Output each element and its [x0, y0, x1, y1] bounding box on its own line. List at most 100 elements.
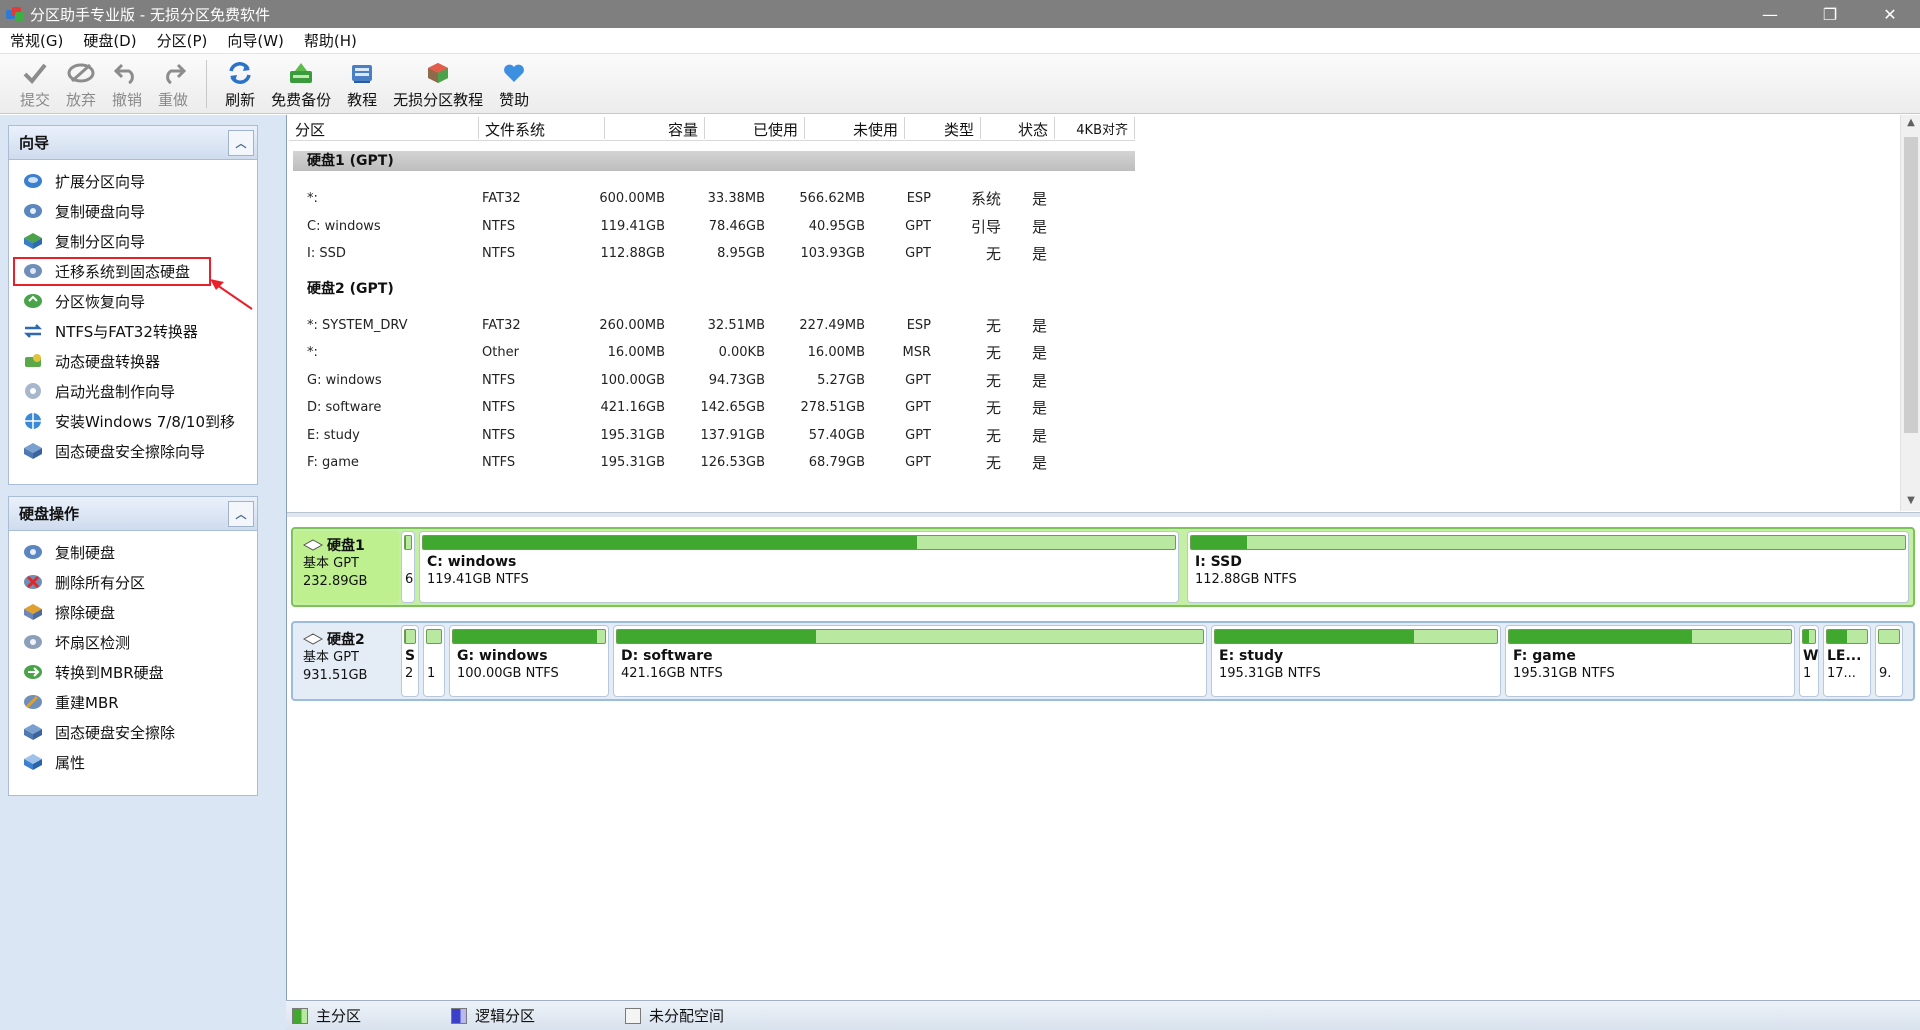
- partition-block[interactable]: 9.: [1875, 625, 1903, 697]
- table-row[interactable]: *: SYSTEM_DRV FAT32 260.00MB 32.51MB 227.49M…: [287, 312, 1147, 339]
- table-scrollbar[interactable]: ▲ ▼: [1900, 115, 1920, 511]
- discard-button[interactable]: 放弃: [66, 54, 96, 114]
- pane-splitter[interactable]: [287, 512, 1920, 517]
- table-cell: 无: [985, 344, 1001, 362]
- partition-block[interactable]: S2: [401, 625, 419, 697]
- partition-name: C: windows: [427, 554, 517, 570]
- table-row[interactable]: *: FAT32 600.00MB 33.38MB 566.62MB ESP 系统 是: [287, 185, 1147, 212]
- table-row[interactable]: I: SSD NTFS 112.88GB 8.95GB 103.93GB GPT 无 是: [287, 240, 1147, 267]
- disk-op-ssd-erase[interactable]: 固态硬盘安全擦除: [9, 717, 257, 747]
- disk-map-row[interactable]: 硬盘1 基本 GPT 232.89GB 6. C: windows 119.41GB NT…: [291, 527, 1915, 607]
- menu-partition[interactable]: 分区(P): [147, 30, 218, 51]
- undo-button[interactable]: 撤销: [112, 54, 142, 114]
- wizard-item-copy-disk[interactable]: 复制硬盘向导: [9, 196, 257, 226]
- unallocated-color-swatch: [625, 1007, 642, 1024]
- menu-help[interactable]: 帮助(H): [294, 30, 367, 51]
- copy-disk-icon: [23, 542, 43, 562]
- partition-block[interactable]: G: windows 100.00GB NTFS: [449, 625, 609, 697]
- partition-size: 1: [1803, 666, 1812, 681]
- disk-op-convert-mbr[interactable]: 转换到MBR硬盘: [9, 657, 257, 687]
- scroll-up-icon[interactable]: ▲: [1901, 117, 1920, 128]
- partition-block[interactable]: E: study 195.31GB NTFS: [1211, 625, 1501, 697]
- partition-block[interactable]: F: game 195.31GB NTFS: [1505, 625, 1795, 697]
- title-bar: 分区助手专业版 - 无损分区免费软件 — ❐ ✕: [0, 0, 1920, 28]
- table-cell: 无: [985, 316, 1001, 335]
- disk-op-bad-sector[interactable]: 坏扇区检测: [9, 627, 257, 657]
- scroll-thumb[interactable]: [1904, 137, 1918, 433]
- table-row[interactable]: C: windows NTFS 119.41GB 78.46GB 40.95GB GPT 引…: [287, 213, 1147, 240]
- partition-tutorial-button[interactable]: 无损分区教程: [393, 54, 483, 114]
- minimize-button[interactable]: —: [1740, 0, 1800, 28]
- col-filesystem[interactable]: 文件系统: [479, 117, 605, 139]
- col-partition[interactable]: 分区: [289, 117, 479, 139]
- disk-map-label[interactable]: 硬盘1 基本 GPT 232.89GB: [295, 531, 399, 603]
- commit-button[interactable]: 提交: [20, 54, 50, 114]
- restore-button[interactable]: ❐: [1800, 0, 1860, 28]
- table-cell: GPT: [905, 400, 931, 415]
- dynamic-disk-icon: [23, 351, 43, 371]
- wipe-icon: [23, 602, 43, 622]
- wizard-item-install-windows[interactable]: 安装Windows 7/8/10到移: [9, 406, 257, 436]
- wizard-panel-title: 向导: [19, 134, 50, 152]
- menu-wizard[interactable]: 向导(W): [217, 30, 294, 51]
- partition-block[interactable]: 6.: [401, 531, 415, 603]
- table-cell: 16.00MB: [807, 345, 865, 360]
- usage-bar: [616, 629, 1204, 644]
- table-cell: 8.95GB: [717, 246, 765, 261]
- partition-name: E: study: [1219, 648, 1284, 664]
- refresh-button[interactable]: 刷新: [225, 54, 255, 114]
- table-row[interactable]: D: software NTFS 421.16GB 142.65GB 278.51GB G…: [287, 394, 1147, 421]
- heart-icon: [499, 60, 529, 86]
- wizard-item-dynamic-disk[interactable]: 动态硬盘转换器: [9, 346, 257, 376]
- partition-block[interactable]: C: windows 119.41GB NTFS: [419, 531, 1179, 603]
- free-backup-button[interactable]: 免费备份: [271, 54, 331, 114]
- partition-size: 112.88GB NTFS: [1195, 572, 1297, 587]
- disk-op-wipe-disk[interactable]: 擦除硬盘: [9, 597, 257, 627]
- disk-op-delete-all[interactable]: 删除所有分区: [9, 567, 257, 597]
- wizard-item-ssd-secure-erase[interactable]: 固态硬盘安全擦除向导: [9, 436, 257, 466]
- table-row[interactable]: E: study NTFS 195.31GB 137.91GB 57.40GB GPT 无 是: [287, 422, 1147, 449]
- partition-block[interactable]: I: SSD 112.88GB NTFS: [1187, 531, 1909, 603]
- disk-group-header[interactable]: 硬盘2 (GPT): [307, 278, 394, 298]
- col-capacity[interactable]: 容量: [605, 117, 705, 139]
- partition-block[interactable]: W1: [1799, 625, 1819, 697]
- disk-map-row[interactable]: 硬盘2 基本 GPT 931.51GB S 2 1 G: windows 100.00GB N…: [291, 621, 1915, 701]
- col-unused[interactable]: 未使用: [805, 117, 905, 139]
- wizard-item-extend-partition[interactable]: 扩展分区向导: [9, 166, 257, 196]
- disk-ops-panel: 硬盘操作 ︿ 复制硬盘 删除所有分区 擦除硬盘 坏扇区检测 转换到MBR硬盘 重…: [8, 496, 258, 796]
- menu-general[interactable]: 常规(G): [0, 30, 73, 51]
- collapse-wizard-button[interactable]: ︿: [228, 129, 254, 156]
- col-status[interactable]: 状态: [981, 117, 1055, 139]
- wizard-item-boot-disc[interactable]: 启动光盘制作向导: [9, 376, 257, 406]
- disk-op-copy-disk[interactable]: 复制硬盘: [9, 537, 257, 567]
- collapse-disk-ops-button[interactable]: ︿: [228, 500, 254, 527]
- col-4kb-align[interactable]: 4KB对齐: [1055, 117, 1135, 139]
- partition-block[interactable]: D: software 421.16GB NTFS: [613, 625, 1207, 697]
- wizard-item-copy-partition[interactable]: 复制分区向导: [9, 226, 257, 256]
- table-row[interactable]: *: Other 16.00MB 0.00KB 16.00MB MSR 无 是: [287, 339, 1147, 366]
- disk-op-rebuild-mbr[interactable]: 重建MBR: [9, 687, 257, 717]
- table-cell: 126.53GB: [700, 455, 765, 470]
- table-cell: 68.79GB: [808, 455, 865, 470]
- partition-block[interactable]: LE... 17...: [1823, 625, 1871, 697]
- partition-block[interactable]: 1: [423, 625, 445, 697]
- table-cell: 是: [1031, 399, 1047, 417]
- table-cell: 是: [1031, 316, 1047, 335]
- sponsor-button[interactable]: 赞助: [499, 54, 529, 114]
- close-button[interactable]: ✕: [1860, 0, 1920, 28]
- tutorial-button[interactable]: 教程: [347, 54, 377, 114]
- disk-group-header[interactable]: 硬盘1 (GPT): [293, 151, 1135, 171]
- disk-map-label[interactable]: 硬盘2 基本 GPT 931.51GB: [295, 625, 399, 697]
- ntfs-fat32-icon: [23, 321, 43, 341]
- disk-op-properties[interactable]: 属性: [9, 747, 257, 777]
- table-row[interactable]: G: windows NTFS 100.00GB 94.73GB 5.27GB GPT 无 是: [287, 367, 1147, 394]
- main-area: 分区 文件系统 容量 已使用 未使用 类型 状态 4KB对齐 硬盘1 (GPT)…: [286, 115, 1920, 1000]
- col-type[interactable]: 类型: [905, 117, 981, 139]
- wizard-item-ntfs-fat32[interactable]: NTFS与FAT32转换器: [9, 316, 257, 346]
- table-row[interactable]: F: game NTFS 195.31GB 126.53GB 68.79GB GPT 无 是: [287, 449, 1147, 476]
- scroll-down-icon[interactable]: ▼: [1901, 495, 1920, 506]
- menu-disk[interactable]: 硬盘(D): [73, 30, 146, 51]
- col-used[interactable]: 已使用: [705, 117, 805, 139]
- logical-color-swatch: [451, 1007, 468, 1024]
- redo-button[interactable]: 重做: [158, 54, 188, 114]
